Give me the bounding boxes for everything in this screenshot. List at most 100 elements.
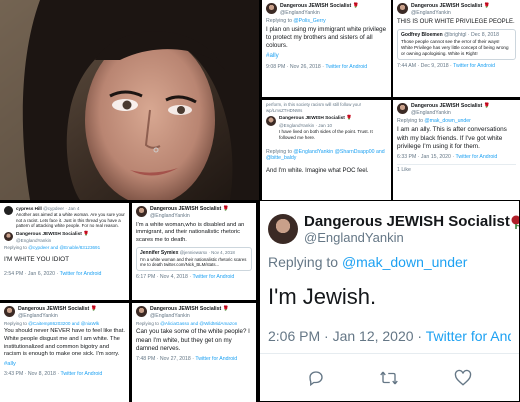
client-link[interactable]: Twitter for Android — [426, 328, 511, 344]
tweet-text: I have lived on both sides of the point.… — [279, 128, 373, 140]
avatar[interactable] — [136, 306, 147, 317]
handle[interactable]: @EnglandYankin — [280, 10, 359, 17]
avatar[interactable] — [4, 232, 13, 242]
divider — [260, 353, 519, 354]
tweet-ally-privilege[interactable]: Dangerous JEWISH Socialist 🌹 @EnglandYan… — [262, 0, 391, 97]
tweet-text: THIS IS OUR WHITE PRIVILEGE PEOPLE. — [397, 18, 515, 25]
tweet-im-white-you-idiot[interactable]: cypress Hill @cypdeer · Jan 4 Another as… — [0, 203, 129, 300]
client-link[interactable]: Twitter for Android — [325, 64, 367, 70]
display-name[interactable]: Dangerous JEWISH Socialist — [304, 213, 510, 230]
display-name[interactable]: Dangerous JEWISH Socialist — [150, 306, 221, 312]
display-name[interactable]: Dangerous JEWISH Socialist — [280, 3, 351, 9]
reply-prefix: Replying to — [266, 17, 292, 24]
display-name[interactable]: Dangerous JEWISH Socialist — [411, 103, 482, 109]
rose-icon: 🌹 — [90, 306, 98, 312]
reply-link[interactable]: @Caitemp86203200 and @niaWlk — [28, 321, 99, 326]
display-name[interactable]: Dangerous JEWISH Socialist — [411, 3, 482, 9]
rose-icon — [511, 215, 519, 229]
handle[interactable]: @EnglandYankin — [411, 10, 490, 17]
client-link[interactable]: Twitter for Android — [453, 63, 495, 69]
tweet-text: I'm Jewish. — [268, 284, 377, 309]
quoted-name[interactable]: Jennifer Symiex — [140, 250, 178, 256]
client-link[interactable]: Twitter for Android — [60, 271, 102, 277]
tweet-our-privilege[interactable]: Dangerous JEWISH Socialist 🌹 @EnglandYan… — [393, 0, 520, 97]
quoted-handle: @jenniewarsx · Nov 4, 2018 — [179, 250, 235, 256]
display-name[interactable]: Dangerous JEWISH Socialist — [16, 232, 82, 237]
rose-icon: 🌹 — [346, 116, 353, 122]
display-name[interactable]: Dangerous JEWISH Socialist — [279, 116, 345, 121]
client-link[interactable]: Twitter for Android — [455, 154, 497, 160]
tweet-text-main: And I'm white. Imagine what POC feel. — [266, 168, 369, 175]
rose-icon: 🌹 — [83, 232, 90, 238]
like-count[interactable]: 1 Like — [397, 163, 516, 174]
tweet-never-feel-like-that[interactable]: Dangerous JEWISH Socialist 🌹 @EnglandYan… — [0, 303, 129, 402]
reply-prefix: Replying to — [397, 117, 423, 124]
client-link[interactable]: Twitter for Android — [60, 371, 102, 377]
timestamp[interactable]: 7:48 PM · Nov 27, 2018 · — [136, 356, 194, 362]
reply-prefix: Replying to — [136, 320, 159, 326]
timestamp[interactable]: 7:44 AM · Dec 9, 2018 · — [397, 63, 452, 69]
hashtag-link[interactable]: #ally — [266, 52, 387, 60]
collage: Dangerous JEWISH Socialist 🌹 @EnglandYan… — [0, 0, 520, 402]
avatar[interactable] — [136, 206, 147, 217]
reply-link[interactable]: @cypdeer and @Enable/83123691 — [28, 245, 100, 250]
handle[interactable]: @EnglandYankin — [150, 213, 229, 220]
retweet-icon[interactable] — [379, 369, 399, 387]
timestamp[interactable]: 3:43 PM · Nov 8, 2018 · — [4, 371, 59, 377]
handle[interactable]: @EnglandYankin — [304, 230, 519, 245]
handle[interactable]: @EnglandYankin — [18, 313, 97, 320]
reply-icon[interactable] — [307, 369, 325, 387]
tweet-text: I am an ally. This is after conversation… — [397, 126, 507, 150]
tweet-take-white-people[interactable]: Dangerous JEWISH Socialist 🌹 @EnglandYan… — [132, 303, 256, 402]
avatar[interactable] — [397, 3, 408, 14]
reply-prefix: Replying to — [266, 148, 292, 155]
quoted-text: Those people cannot see the error of the… — [401, 39, 509, 56]
rose-icon: 🌹 — [222, 206, 230, 212]
tweet-text: I'm a white woman,who is disabled and an… — [136, 221, 245, 243]
timestamp[interactable]: 6:33 PM · Jan 15, 2020 · — [397, 154, 454, 160]
display-name[interactable]: Dangerous JEWISH Socialist — [150, 206, 221, 212]
woman-photo-image — [0, 0, 259, 200]
reply-link[interactable]: @Polis_Gerry — [293, 18, 325, 24]
tweet-white-woman-disabled[interactable]: Dangerous JEWISH Socialist 🌹 @EnglandYan… — [132, 203, 256, 300]
client-link[interactable]: Twitter for Android — [192, 274, 234, 280]
rose-icon: 🌹 — [222, 306, 230, 312]
hashtag-link[interactable]: #ally — [4, 361, 125, 369]
replied-tweet-text: Another ass aimed at a white woman. Are … — [16, 211, 125, 229]
reply-link[interactable]: @mak_down_under — [342, 254, 468, 270]
quoted-name[interactable]: Godfrey Bloemen — [401, 32, 443, 38]
display-name[interactable]: Dangerous JEWISH Socialist — [18, 306, 89, 312]
replied-user-name[interactable]: cypress Hill — [16, 206, 42, 211]
avatar[interactable] — [266, 3, 277, 14]
avatar[interactable] — [397, 103, 408, 114]
handle[interactable]: @EnglandYankin — [150, 313, 229, 320]
tweet-im-jewish[interactable]: Dangerous JEWISH Socialist @EnglandYanki… — [259, 200, 520, 402]
timestamp[interactable]: 2:54 PM · Jan 6, 2020 · — [4, 271, 58, 277]
quoted-tweet[interactable]: Godfrey Bloemen @brightgl · Dec 8, 2018 … — [397, 29, 516, 60]
rose-icon: 🌹 — [483, 3, 491, 9]
tweet-text: Can you take some of the white people? I… — [136, 328, 250, 352]
previous-tweet-text: perform, in this society racism will sti… — [266, 102, 361, 113]
heart-icon[interactable] — [454, 369, 472, 387]
handle[interactable]: @EnglandYankin — [16, 238, 89, 244]
reply-prefix: Replying to — [4, 245, 27, 251]
replied-user-handle[interactable]: @cypdeer · Jan 4 — [43, 206, 79, 211]
rose-icon: 🌹 — [483, 103, 491, 109]
avatar[interactable] — [4, 306, 15, 317]
timestamp[interactable]: 6:17 PM · Nov 4, 2018 · — [136, 274, 191, 280]
avatar[interactable] — [4, 206, 13, 215]
handle[interactable]: @EnglandYankin — [411, 110, 490, 117]
avatar[interactable] — [266, 116, 276, 127]
timestamp[interactable]: 2:06 PM · Jan 12, 2020 · — [268, 328, 426, 344]
quoted-tweet[interactable]: Jennifer Symiex @jenniewarsx · Nov 4, 20… — [136, 247, 252, 271]
tweet-i-am-an-ally[interactable]: Dangerous JEWISH Socialist 🌹 @EnglandYan… — [393, 100, 520, 200]
reply-prefix: Replying to — [4, 320, 27, 326]
timestamp[interactable]: 9:08 PM · Nov 26, 2018 · — [266, 64, 324, 70]
reply-link[interactable]: @AliciaGasso and @WildMidAmazon — [160, 321, 237, 326]
avatar[interactable] — [268, 214, 298, 244]
rose-icon: 🌹 — [352, 3, 360, 9]
reply-link[interactable]: @mak_down_under — [424, 118, 471, 124]
client-link[interactable]: Twitter for Android — [195, 356, 237, 362]
reply-prefix: Replying to — [268, 254, 339, 270]
tweet-both-sides[interactable]: perform, in this society racism will sti… — [262, 100, 391, 200]
